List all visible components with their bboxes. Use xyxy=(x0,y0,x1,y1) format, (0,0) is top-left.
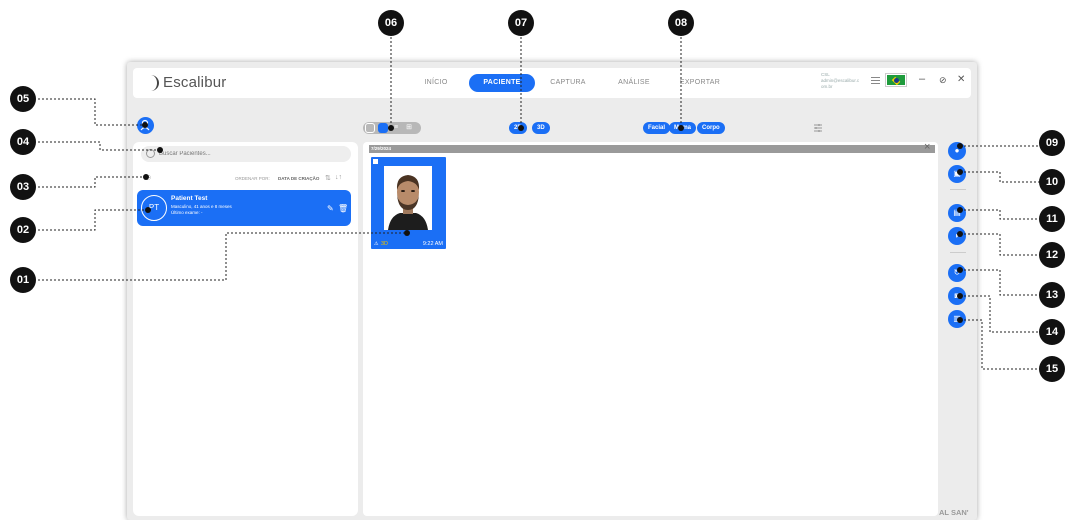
callout-11: 11 xyxy=(1039,206,1065,232)
callout-05: 05 xyxy=(10,86,36,112)
callout-dot xyxy=(957,267,963,273)
callout-dot xyxy=(957,293,963,299)
callout-14: 14 xyxy=(1039,319,1065,345)
callout-dot xyxy=(145,207,151,213)
callout-dot xyxy=(957,231,963,237)
callout-dot xyxy=(404,230,410,236)
callout-dot xyxy=(957,207,963,213)
callout-10: 10 xyxy=(1039,169,1065,195)
callout-04: 04 xyxy=(10,129,36,155)
callout-dot xyxy=(518,125,524,131)
callout-07: 07 xyxy=(508,10,534,36)
callout-13: 13 xyxy=(1039,282,1065,308)
callout-06: 06 xyxy=(378,10,404,36)
callout-dot xyxy=(957,317,963,323)
callout-lines xyxy=(38,37,1039,370)
callout-02: 02 xyxy=(10,217,36,243)
callout-dot xyxy=(957,169,963,175)
callout-08: 08 xyxy=(668,10,694,36)
callout-12: 12 xyxy=(1039,242,1065,268)
callout-dot xyxy=(157,147,163,153)
callout-dot xyxy=(678,125,684,131)
callout-dot xyxy=(388,125,394,131)
callout-03: 03 xyxy=(10,174,36,200)
callout-01: 01 xyxy=(10,267,36,293)
callout-dot xyxy=(143,174,149,180)
callout-09: 09 xyxy=(1039,130,1065,156)
callout-15: 15 xyxy=(1039,356,1065,382)
callout-dot xyxy=(142,122,148,128)
callout-dot xyxy=(957,143,963,149)
